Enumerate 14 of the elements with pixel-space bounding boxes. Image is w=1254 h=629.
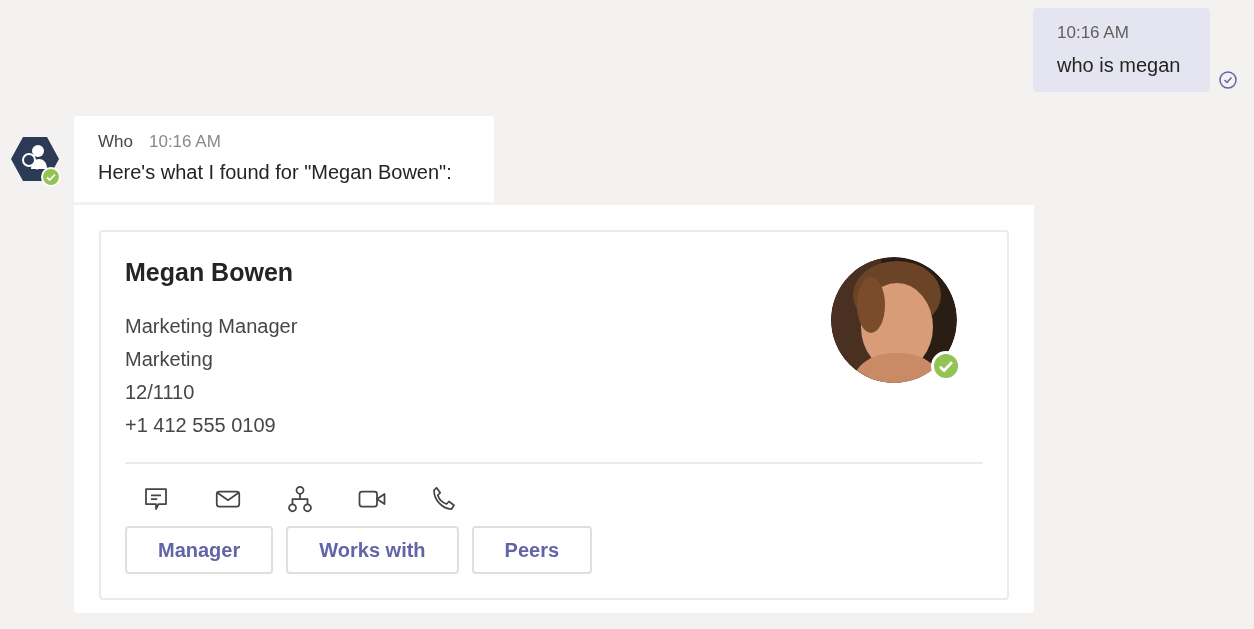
message-text: who is megan: [1057, 52, 1182, 78]
message-time: 10:16 AM: [1057, 22, 1130, 44]
contact-detail: 12/1110: [125, 379, 196, 405]
sender-name: Who: [98, 130, 133, 153]
contact-name: Megan Bowen: [125, 257, 295, 288]
contact-detail: Marketing: [125, 346, 214, 372]
relation-button[interactable]: Manager: [125, 525, 274, 574]
contact-detail: Marketing Manager: [125, 313, 298, 339]
message-text: Here's what I found for "Megan Bowen":: [98, 160, 453, 185]
message-time: 10:16 AM: [148, 130, 221, 153]
contact-detail: +1 412 555 0109: [125, 412, 277, 438]
org-chart-icon[interactable]: [285, 483, 315, 514]
relation-button[interactable]: Works with: [286, 525, 459, 574]
relation-button[interactable]: Peers: [471, 525, 593, 574]
